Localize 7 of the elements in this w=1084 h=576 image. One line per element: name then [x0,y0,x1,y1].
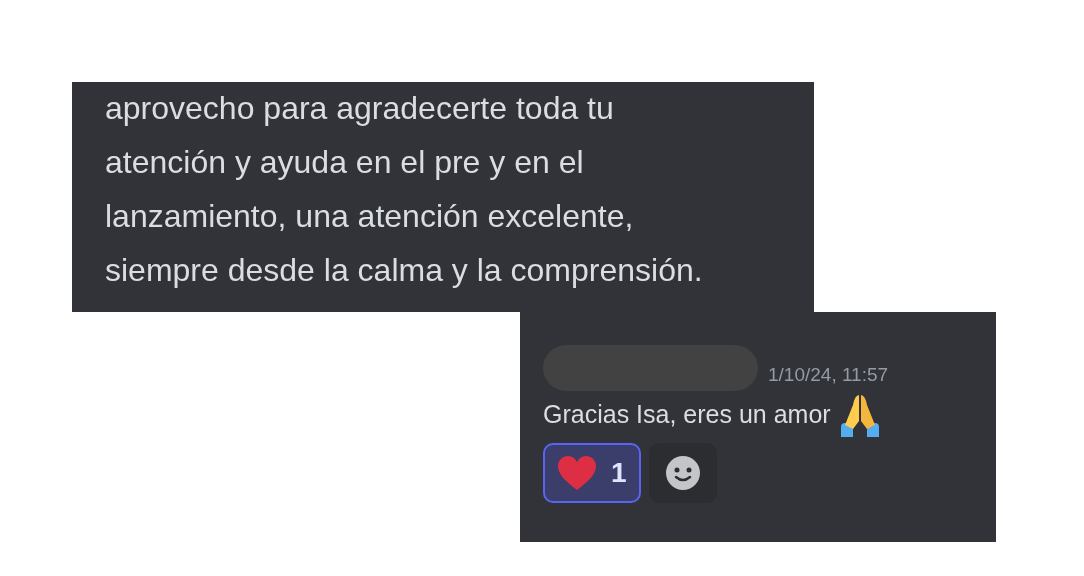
add-reaction-button[interactable] [648,443,717,503]
timestamp: 1/10/24, 11:57 [768,362,889,387]
smiley-icon [665,456,700,490]
message-text: aprovecho para agradecerte toda tu atención y ayuda en el pre y en el lanzamiento, una atención excelente, siempre desde la calma y la comprensión. [105,89,704,290]
reaction-button[interactable]: 1 [543,443,641,503]
heart-icon [557,455,597,491]
reply-text: Gracias Isa, eres un amor [543,399,831,431]
